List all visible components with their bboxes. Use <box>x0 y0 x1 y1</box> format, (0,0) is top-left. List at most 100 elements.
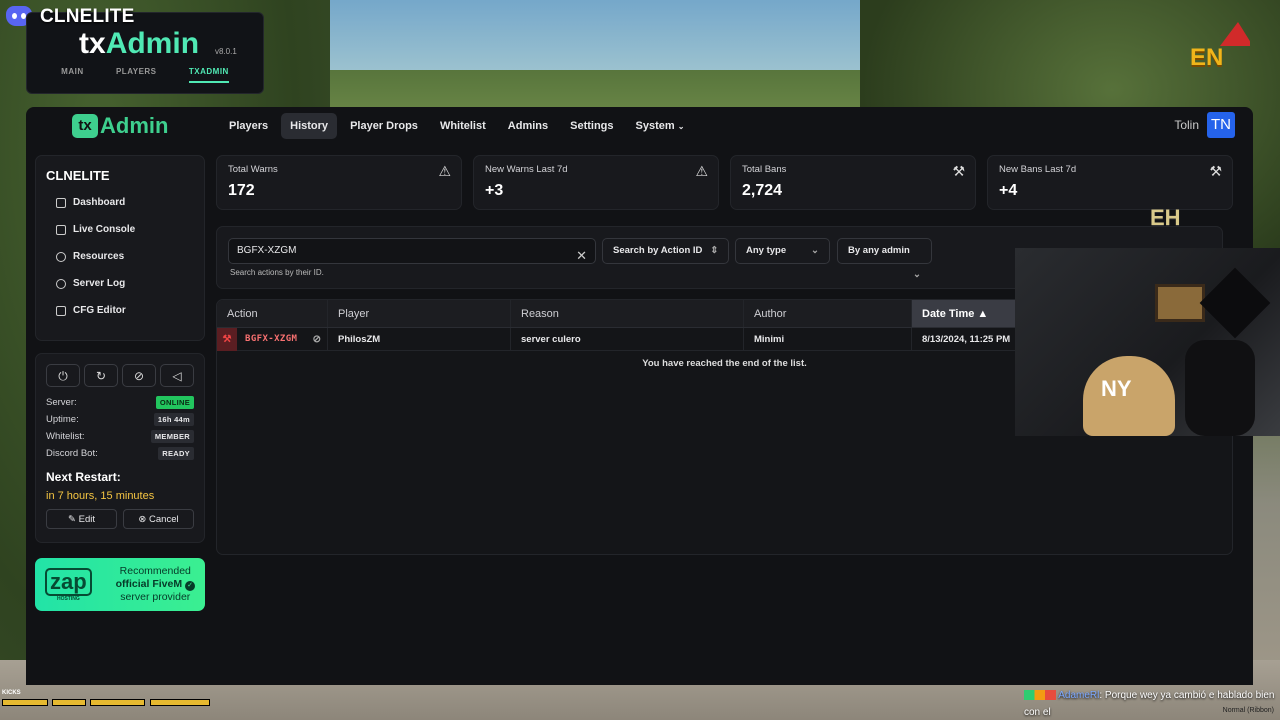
app-logo-mark: tx <box>72 114 98 138</box>
cancel-circle-icon: ⊗ <box>138 514 147 525</box>
nav-players[interactable]: Players <box>220 113 277 139</box>
status-uptime: Uptime: 16h 44m <box>46 413 194 426</box>
mini-tab-main[interactable]: MAIN <box>61 67 83 83</box>
status-badge: ONLINE <box>155 396 194 409</box>
close-icon[interactable]: ✕ <box>576 244 587 268</box>
elite-logo: EN <box>1190 22 1250 76</box>
gavel-icon: ⚒ <box>217 327 237 351</box>
restart-server-button[interactable]: ↻ <box>84 364 118 387</box>
cell-author: Minimi <box>744 328 912 350</box>
search-help-text: Search actions by their ID. <box>230 268 324 277</box>
mini-tab-txadmin[interactable]: TXADMIN <box>188 67 229 83</box>
search-input-value: BGFX-XZGM <box>237 245 297 256</box>
revoked-icon: ⊘ <box>312 333 321 345</box>
type-filter-select[interactable]: Any type ⌄ <box>735 238 830 264</box>
stat-total-warns: Total Warns 172 ⚠ <box>216 155 462 210</box>
action-id[interactable]: BGFX-XZGM <box>245 328 297 351</box>
column-reason[interactable]: Reason <box>511 300 744 327</box>
chat-username: AdameRl <box>1058 690 1100 701</box>
stop-server-button[interactable]: ⏻ <box>46 364 80 387</box>
verified-icon: ✓ <box>185 581 195 591</box>
zap-hosting-banner[interactable]: zap HOSTING Recommended official FiveM ✓… <box>35 558 205 611</box>
elite-logo-mark: EN <box>1190 44 1224 71</box>
stat-label: Total Bans <box>742 164 787 175</box>
stat-value: 172 <box>228 182 255 199</box>
next-restart-value: in 7 hours, 15 minutes <box>46 490 155 502</box>
sidebar-item-label: Dashboard <box>73 197 126 208</box>
sidebar-item-label: Live Console <box>73 224 136 235</box>
status-discord-label: Discord Bot: <box>46 448 98 459</box>
sidebar-item-cfg-editor[interactable]: CFG Editor <box>46 297 194 324</box>
sidebar-item-dashboard[interactable]: Dashboard <box>46 189 194 216</box>
zap-line-1: Recommended <box>119 565 191 577</box>
next-restart-actions: ✎ Edit ⊗ Cancel <box>46 509 194 529</box>
whitelist-badge: MEMBER <box>150 430 194 443</box>
status-server-label: Server: <box>46 397 77 408</box>
column-player[interactable]: Player <box>328 300 511 327</box>
stat-new-warns: New Warns Last 7d +3 ⚠ <box>473 155 719 210</box>
next-restart-title: Next Restart: <box>46 470 121 484</box>
nav-admins[interactable]: Admins <box>499 113 557 139</box>
zap-logo-mark: zap <box>45 567 92 596</box>
chat-badges-icon <box>1024 690 1056 701</box>
webcam-overlay: NY <box>1015 248 1280 436</box>
search-mode-select[interactable]: Search by Action ID ⇕ <box>602 238 730 264</box>
edit-restart-button[interactable]: ✎ Edit <box>46 509 117 529</box>
nav-history[interactable]: History <box>281 113 338 139</box>
stat-value: 2,724 <box>742 182 783 199</box>
nav-player-drops[interactable]: Player Drops <box>341 113 427 139</box>
status-server: Server: ONLINE <box>46 396 194 409</box>
search-input[interactable]: BGFX-XZGM ✕ <box>228 238 596 264</box>
type-filter-value: Any type <box>746 245 787 256</box>
status-uptime-label: Uptime: <box>46 414 79 425</box>
kick-all-button[interactable]: ⊘ <box>122 364 156 387</box>
cell-player: PhilosZM <box>328 328 511 350</box>
chevron-up-down-icon: ⇕ <box>710 245 719 256</box>
sidebar-item-label: Server Log <box>73 278 126 289</box>
nav-system-label: System <box>635 120 675 132</box>
status-discord: Discord Bot: READY <box>46 447 194 460</box>
announcement-button[interactable]: ◁ <box>160 364 194 387</box>
webcam-cap-logo: NY <box>1101 376 1132 401</box>
nav-settings[interactable]: Settings <box>561 113 622 139</box>
app-logo[interactable]: tx Admin <box>72 113 168 139</box>
terminal-icon <box>56 224 66 235</box>
main-nav: Players History Player Drops Whitelist A… <box>220 113 693 139</box>
edit-label: Edit <box>78 514 95 525</box>
webcam-window <box>1155 284 1205 322</box>
zap-text: Recommended official FiveM ✓ server prov… <box>116 565 195 604</box>
zap-logo: zap HOSTING <box>45 567 92 602</box>
nav-whitelist[interactable]: Whitelist <box>431 113 495 139</box>
pencil-icon: ✎ <box>68 514 76 525</box>
discord-badge: READY <box>158 447 194 460</box>
hud-bar <box>90 699 145 706</box>
status-whitelist-label: Whitelist: <box>46 431 85 442</box>
chevron-down-icon: ⌄ <box>913 269 921 280</box>
user-menu[interactable]: Tolin TN <box>1174 112 1235 138</box>
chevron-down-icon: ⌄ <box>677 122 685 131</box>
chevron-down-icon: ⌄ <box>811 245 819 256</box>
warning-icon: ⚠ <box>695 163 708 179</box>
stat-label: Total Warns <box>228 164 278 175</box>
sidebar-item-resources[interactable]: Resources <box>46 243 194 270</box>
hud-bar <box>52 699 86 706</box>
mini-tab-players[interactable]: PLAYERS <box>116 67 157 83</box>
avatar[interactable]: TN <box>1207 112 1235 138</box>
column-action[interactable]: Action <box>217 300 328 327</box>
sidebar-item-server-log[interactable]: Server Log <box>46 270 194 297</box>
admin-filter-value: By any admin <box>848 245 910 256</box>
sidebar-item-live-console[interactable]: Live Console <box>46 216 194 243</box>
status-whitelist: Whitelist: MEMBER <box>46 430 194 443</box>
megaphone-icon: ◁ <box>172 369 182 383</box>
nav-system[interactable]: System ⌄ <box>627 113 694 139</box>
cancel-restart-button[interactable]: ⊗ Cancel <box>123 509 194 529</box>
column-author[interactable]: Author <box>744 300 912 327</box>
zap-logo-sub: HOSTING <box>56 595 80 602</box>
admin-filter-select[interactable]: By any admin ⌄ <box>837 238 932 280</box>
santa-hat-icon <box>1220 22 1250 46</box>
zap-line-3: server provider <box>120 591 191 603</box>
server-status-card: ⏻ ↻ ⊘ ◁ Server: ONLINE Uptime: 16h 44m Whi… <box>35 353 205 543</box>
warning-icon: ⚠ <box>438 163 451 179</box>
server-controls: ⏻ ↻ ⊘ ◁ <box>46 364 194 387</box>
box-icon <box>56 251 66 262</box>
